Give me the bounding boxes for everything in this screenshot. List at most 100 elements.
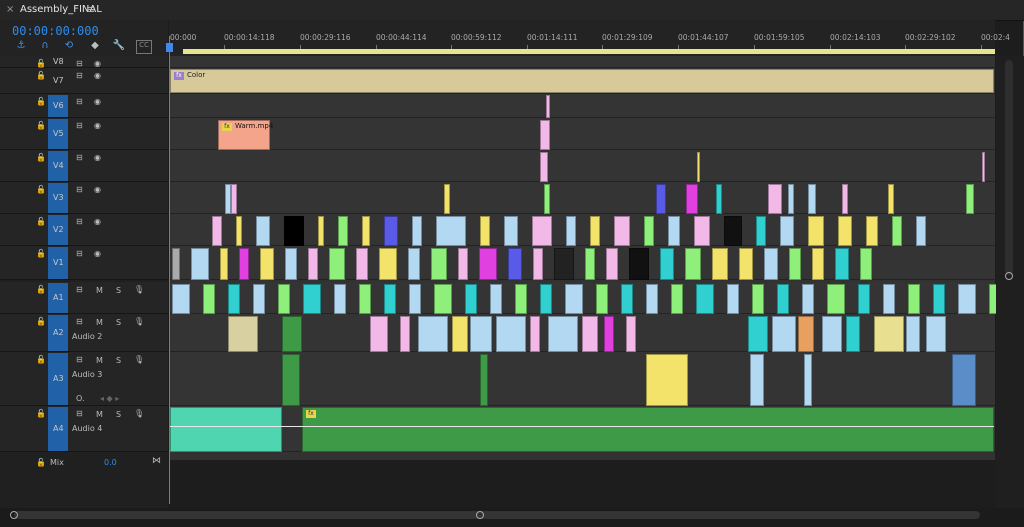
audio-clip[interactable]: [384, 284, 396, 314]
track-label-v7[interactable]: V7: [53, 76, 64, 85]
lock-icon[interactable]: 🔓: [36, 121, 46, 130]
clip[interactable]: [239, 248, 249, 280]
audio-clip[interactable]: [750, 354, 764, 406]
audio-clip[interactable]: [621, 284, 633, 314]
audio-clip[interactable]: [748, 316, 768, 352]
clip[interactable]: [614, 216, 630, 246]
track-name-a4[interactable]: Audio 4: [72, 424, 102, 433]
clip[interactable]: [629, 248, 649, 280]
audio-clip[interactable]: [400, 316, 410, 352]
track-label-v2[interactable]: V2: [53, 225, 64, 234]
vertical-scroll-knob[interactable]: [1005, 272, 1013, 280]
clip[interactable]: [544, 184, 550, 214]
clip[interactable]: [384, 216, 398, 246]
audio4-clip-start[interactable]: [170, 407, 282, 452]
clip[interactable]: [916, 216, 926, 246]
lock-icon[interactable]: 🔓: [36, 71, 46, 80]
microphone-icon[interactable]: 🎙: [134, 317, 144, 326]
audio-clip[interactable]: [802, 284, 814, 314]
magnet-icon[interactable]: ∩: [38, 40, 52, 52]
audio-clip[interactable]: [515, 284, 527, 314]
wrench-icon[interactable]: 🔧: [112, 40, 126, 52]
solo-button[interactable]: S: [116, 318, 121, 327]
sync-lock-icon[interactable]: ⊟: [76, 249, 83, 258]
audio-clip[interactable]: [278, 284, 290, 314]
lock-icon[interactable]: 🔓: [36, 317, 46, 326]
sync-lock-icon[interactable]: ⊟: [76, 285, 83, 294]
clip[interactable]: [724, 216, 742, 246]
eye-icon[interactable]: ◉: [94, 185, 101, 194]
eye-icon[interactable]: ◉: [94, 71, 101, 80]
clip[interactable]: [540, 120, 550, 150]
clip[interactable]: [533, 248, 543, 280]
audio-clip[interactable]: [253, 284, 265, 314]
lock-icon[interactable]: 🔓: [36, 285, 46, 294]
solo-button[interactable]: S: [116, 410, 121, 419]
sync-lock-icon[interactable]: ⊟: [76, 121, 83, 130]
audio-clip[interactable]: [465, 284, 477, 314]
audio-clip[interactable]: [409, 284, 421, 314]
clip[interactable]: [458, 248, 468, 280]
audio-clip[interactable]: [370, 316, 388, 352]
clip[interactable]: [808, 216, 824, 246]
clip[interactable]: [756, 216, 766, 246]
eye-icon[interactable]: ◉: [94, 249, 101, 258]
clip[interactable]: [694, 216, 710, 246]
clip[interactable]: [436, 216, 466, 246]
microphone-icon[interactable]: 🎙: [134, 409, 144, 418]
clip[interactable]: [554, 248, 574, 280]
clip[interactable]: [764, 248, 778, 280]
audio-clip[interactable]: [933, 284, 945, 314]
mix-lock-icon[interactable]: 🔓: [36, 458, 46, 467]
clip[interactable]: [838, 216, 852, 246]
sync-lock-icon[interactable]: ⊟: [76, 185, 83, 194]
clip[interactable]: [644, 216, 654, 246]
clip[interactable]: [480, 216, 490, 246]
mute-button[interactable]: M: [96, 410, 103, 419]
clip[interactable]: [860, 248, 872, 280]
close-tab-icon[interactable]: ×: [6, 4, 14, 15]
clip[interactable]: [236, 216, 242, 246]
track-label-a3[interactable]: A3: [53, 374, 64, 383]
clip[interactable]: [966, 184, 974, 214]
solo-button[interactable]: S: [116, 356, 121, 365]
color-matte-clip[interactable]: fx Color: [170, 69, 994, 93]
audio-clip[interactable]: [883, 284, 895, 314]
audio-clip[interactable]: [906, 316, 920, 352]
eye-icon[interactable]: ◉: [94, 97, 101, 106]
audio-clip[interactable]: [604, 316, 614, 352]
clip[interactable]: [546, 95, 550, 118]
audio-clip[interactable]: [696, 284, 714, 314]
audio-clip[interactable]: [228, 284, 240, 314]
audio-clip[interactable]: [359, 284, 371, 314]
captions-icon[interactable]: CC: [136, 40, 152, 54]
audio-clip[interactable]: [470, 316, 492, 352]
track-label-v8[interactable]: V8: [53, 57, 64, 66]
clip[interactable]: [712, 248, 728, 280]
clip[interactable]: [808, 184, 816, 214]
sync-lock-icon[interactable]: ⊟: [76, 355, 83, 364]
lock-icon[interactable]: 🔓: [36, 97, 46, 106]
clip[interactable]: [842, 184, 848, 214]
keyframe-prev-icon[interactable]: ◂ ◆ ▸: [100, 394, 119, 403]
audio-clip[interactable]: [752, 284, 764, 314]
mute-button[interactable]: M: [96, 286, 103, 295]
clip[interactable]: [479, 248, 497, 280]
audio-clip[interactable]: [282, 354, 300, 406]
lock-icon[interactable]: 🔓: [36, 249, 46, 258]
track-label-v1[interactable]: V1: [53, 258, 64, 267]
clip[interactable]: [412, 216, 422, 246]
lock-icon[interactable]: 🔓: [36, 59, 46, 68]
clip[interactable]: [231, 184, 237, 214]
audio-clip[interactable]: [772, 316, 796, 352]
clip[interactable]: [660, 248, 674, 280]
audio-clip[interactable]: [804, 354, 812, 406]
audio-clip[interactable]: [172, 284, 190, 314]
sync-lock-icon[interactable]: ⊟: [76, 409, 83, 418]
audio-clip[interactable]: [626, 316, 636, 352]
audio-clip[interactable]: [565, 284, 583, 314]
clip[interactable]: [686, 184, 698, 214]
audio-clip[interactable]: [858, 284, 870, 314]
clip[interactable]: [590, 216, 600, 246]
keyframe-icon[interactable]: O.: [76, 394, 85, 403]
